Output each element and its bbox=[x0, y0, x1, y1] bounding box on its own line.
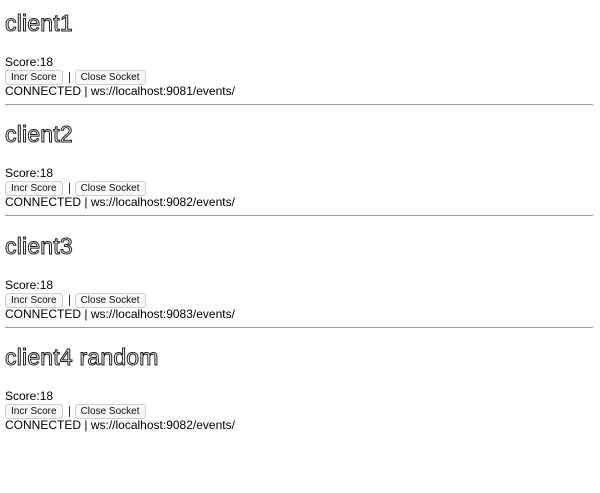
socket-url: ws://localhost:9082/events/ bbox=[90, 195, 235, 209]
incr-score-button[interactable]: Incr Score bbox=[5, 292, 63, 308]
button-divider bbox=[68, 182, 70, 194]
client-title: client3 bbox=[5, 233, 74, 260]
score-value: 18 bbox=[39, 389, 54, 403]
client-controls: Incr Score Close Socket bbox=[5, 180, 146, 196]
score-label: Score: bbox=[5, 278, 40, 292]
score-value: 18 bbox=[39, 278, 54, 292]
button-divider bbox=[68, 405, 70, 417]
score-label: Score: bbox=[5, 55, 40, 69]
client-title: client4 random bbox=[5, 344, 159, 371]
close-socket-button[interactable]: Close Socket bbox=[74, 180, 146, 196]
close-socket-button[interactable]: Close Socket bbox=[74, 69, 146, 85]
incr-score-button[interactable]: Incr Score bbox=[5, 180, 63, 196]
status-separator: | bbox=[84, 307, 88, 321]
status-text: CONNECTED bbox=[5, 307, 82, 321]
score-value: 18 bbox=[39, 166, 54, 180]
client-section-3: client3 Score:18 Incr Score Close Socket… bbox=[0, 223, 600, 334]
score-value: 18 bbox=[39, 55, 54, 69]
score-display: Score:18 bbox=[5, 389, 53, 403]
client-section-2: client2 Score:18 Incr Score Close Socket… bbox=[0, 111, 600, 222]
section-divider bbox=[5, 215, 593, 216]
client-section-4: client4 random Score:18 Incr Score Close… bbox=[0, 334, 600, 445]
section-divider bbox=[5, 327, 593, 328]
connection-status: CONNECTED | ws://localhost:9082/events/ bbox=[5, 418, 235, 433]
socket-url: ws://localhost:9082/events/ bbox=[90, 418, 235, 432]
client-controls: Incr Score Close Socket bbox=[5, 292, 146, 308]
incr-score-button[interactable]: Incr Score bbox=[5, 403, 63, 419]
status-separator: | bbox=[84, 84, 88, 98]
button-divider bbox=[68, 71, 70, 83]
socket-url: ws://localhost:9083/events/ bbox=[90, 307, 235, 321]
client-title: client1 bbox=[5, 10, 74, 37]
status-text: CONNECTED bbox=[5, 418, 82, 432]
score-display: Score:18 bbox=[5, 55, 53, 69]
button-divider bbox=[68, 294, 70, 306]
score-display: Score:18 bbox=[5, 166, 53, 180]
score-label: Score: bbox=[5, 389, 40, 403]
connection-status: CONNECTED | ws://localhost:9082/events/ bbox=[5, 195, 235, 210]
status-separator: | bbox=[84, 195, 88, 209]
score-display: Score:18 bbox=[5, 278, 53, 292]
incr-score-button[interactable]: Incr Score bbox=[5, 69, 63, 85]
status-text: CONNECTED bbox=[5, 195, 82, 209]
connection-status: CONNECTED | ws://localhost:9083/events/ bbox=[5, 307, 235, 322]
socket-url: ws://localhost:9081/events/ bbox=[90, 84, 235, 98]
connection-status: CONNECTED | ws://localhost:9081/events/ bbox=[5, 84, 235, 99]
client-controls: Incr Score Close Socket bbox=[5, 403, 146, 419]
close-socket-button[interactable]: Close Socket bbox=[74, 403, 146, 419]
status-text: CONNECTED bbox=[5, 84, 82, 98]
section-divider bbox=[5, 104, 593, 105]
client-controls: Incr Score Close Socket bbox=[5, 69, 146, 85]
close-socket-button[interactable]: Close Socket bbox=[74, 292, 146, 308]
client-section-1: client1 Score:18 Incr Score Close Socket… bbox=[0, 0, 600, 111]
score-label: Score: bbox=[5, 166, 40, 180]
status-separator: | bbox=[84, 418, 88, 432]
client-title: client2 bbox=[5, 121, 74, 148]
